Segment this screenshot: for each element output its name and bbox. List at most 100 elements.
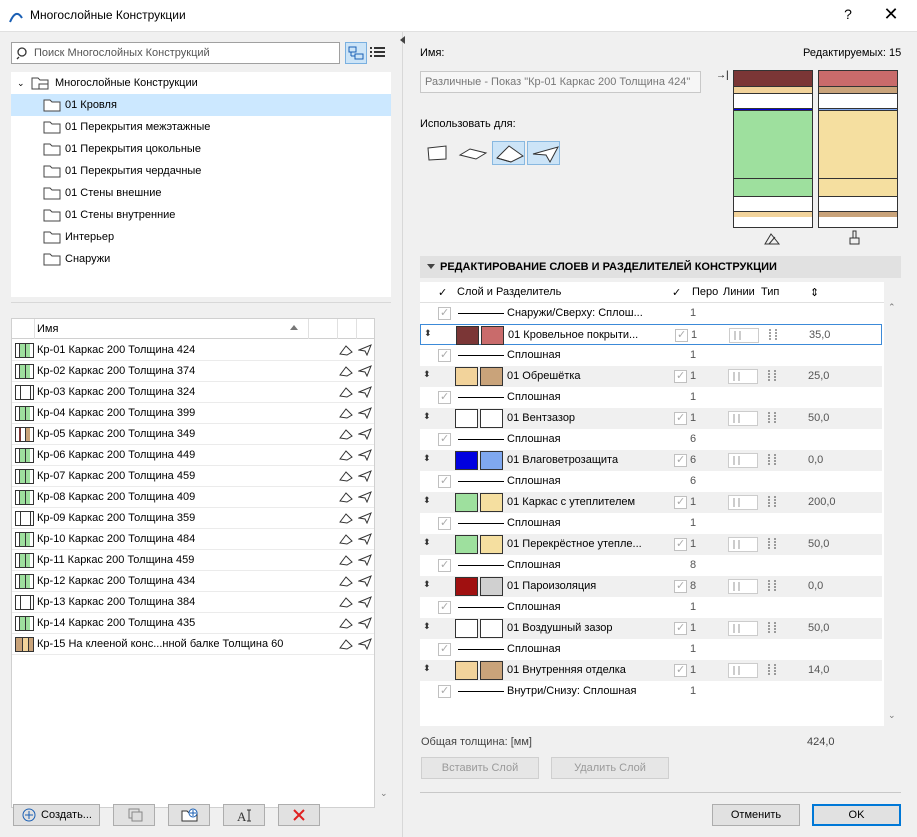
- list-scrollbar[interactable]: ⌄: [376, 318, 391, 808]
- separator-pen[interactable]: 1: [690, 391, 696, 403]
- line-toggle[interactable]: [729, 328, 759, 343]
- surface-swatch[interactable]: [480, 619, 503, 638]
- layer-thickness[interactable]: 14,0: [808, 664, 829, 676]
- move-handle-icon[interactable]: ⬍: [423, 453, 431, 464]
- layer-type-icon[interactable]: [766, 495, 778, 509]
- layer-name[interactable]: 01 Внутренняя отделка: [507, 664, 626, 676]
- layer-pen[interactable]: 1: [690, 370, 696, 382]
- layer-name[interactable]: 01 Вентзазор: [507, 412, 575, 424]
- use-shell-button[interactable]: [527, 141, 560, 165]
- cut-fill-swatch[interactable]: [455, 451, 478, 470]
- surface-swatch[interactable]: [480, 409, 503, 428]
- list-view-button[interactable]: [368, 42, 390, 64]
- tree-item[interactable]: 01 Кровля: [11, 94, 391, 116]
- tree-item[interactable]: 01 Стены внешние: [11, 182, 391, 204]
- line-toggle[interactable]: [728, 453, 758, 468]
- list-item[interactable]: Кр-04 Каркас 200 Толщина 399: [12, 403, 374, 424]
- grid-scrollbar[interactable]: ⌃ ⌄: [884, 282, 901, 726]
- check-column-icon[interactable]: ✓: [672, 286, 681, 299]
- list-item[interactable]: Кр-02 Каркас 200 Толщина 374: [12, 361, 374, 382]
- list-item[interactable]: Кр-14 Каркас 200 Толщина 435: [12, 613, 374, 634]
- layer-type-icon[interactable]: [767, 328, 779, 342]
- layer-type-icon[interactable]: [766, 369, 778, 383]
- layer-pen[interactable]: 1: [690, 412, 696, 424]
- layer-row[interactable]: ⬍ 01 Обрешётка 1 25,0: [420, 366, 882, 387]
- collapse-icon[interactable]: ⌄: [17, 72, 25, 94]
- layer-row[interactable]: ⬍ 01 Каркас с утеплителем 1 200,0: [420, 492, 882, 513]
- layer-pen[interactable]: 1: [690, 622, 696, 634]
- tree-item[interactable]: Интерьер: [11, 226, 391, 248]
- line-toggle[interactable]: [728, 495, 758, 510]
- surface-swatch[interactable]: [480, 367, 503, 386]
- separator-name[interactable]: Сплошная: [507, 475, 561, 487]
- layer-thickness[interactable]: 0,0: [808, 580, 823, 592]
- separator-check[interactable]: [438, 642, 451, 656]
- separator-name[interactable]: Сплошная: [507, 601, 561, 613]
- separator-row[interactable]: Сплошная 1: [420, 597, 882, 618]
- layer-thickness[interactable]: 0,0: [808, 454, 823, 466]
- create-button[interactable]: Создать...: [13, 804, 100, 826]
- layer-type-icon[interactable]: [766, 537, 778, 551]
- move-handle-icon[interactable]: ⬍: [423, 369, 431, 380]
- check-all-icon[interactable]: ✓: [438, 286, 447, 299]
- separator-check[interactable]: [438, 516, 451, 530]
- separator-pen[interactable]: 6: [690, 433, 696, 445]
- layer-row[interactable]: ⬍ 01 Вентзазор 1 50,0: [420, 408, 882, 429]
- panel-divider[interactable]: [402, 32, 403, 837]
- move-handle-icon[interactable]: ⬍: [423, 579, 431, 590]
- separator-pen[interactable]: 1: [690, 307, 696, 319]
- separator-row[interactable]: Сплошная 1: [420, 639, 882, 660]
- list-item[interactable]: Кр-12 Каркас 200 Толщина 434: [12, 571, 374, 592]
- separator-row[interactable]: Сплошная 1: [420, 387, 882, 408]
- name-field[interactable]: Различные - Показ "Кр-01 Каркас 200 Толщ…: [420, 71, 701, 93]
- layer-name[interactable]: 01 Пароизоляция: [507, 580, 596, 592]
- move-handle-icon[interactable]: ⬍: [423, 537, 431, 548]
- layer-pen[interactable]: 6: [690, 454, 696, 466]
- list-item[interactable]: Кр-10 Каркас 200 Толщина 484: [12, 529, 374, 550]
- layer-check[interactable]: [674, 579, 687, 593]
- layer-pen[interactable]: 1: [691, 329, 697, 341]
- surface-swatch[interactable]: [480, 535, 503, 554]
- collapse-panel-icon[interactable]: [400, 36, 405, 44]
- help-button[interactable]: ?: [838, 6, 858, 22]
- layer-name[interactable]: 01 Кровельное покрыти...: [508, 329, 638, 341]
- separator-pen[interactable]: 6: [690, 475, 696, 487]
- layer-pen[interactable]: 1: [690, 664, 696, 676]
- layer-check[interactable]: [674, 495, 687, 509]
- list-item[interactable]: Кр-08 Каркас 200 Толщина 409: [12, 487, 374, 508]
- use-slab-button[interactable]: [456, 141, 489, 165]
- search-input[interactable]: Поиск Многослойных Конструкций: [11, 42, 340, 64]
- separator-check[interactable]: [438, 348, 451, 362]
- separator-check[interactable]: [438, 600, 451, 614]
- separator-pen[interactable]: 1: [690, 517, 696, 529]
- layer-type-icon[interactable]: [766, 663, 778, 677]
- separator-name[interactable]: Сплошная: [507, 391, 561, 403]
- separator-check[interactable]: [438, 558, 451, 572]
- layer-name[interactable]: 01 Влаговетрозащита: [507, 454, 618, 466]
- layer-row[interactable]: ⬍ 01 Воздушный зазор 1 50,0: [420, 618, 882, 639]
- line-toggle[interactable]: [728, 411, 758, 426]
- layer-check[interactable]: [674, 663, 687, 677]
- duplicate-button[interactable]: [113, 804, 155, 826]
- separator-row[interactable]: Снаружи/Сверху: Сплош... 1: [420, 303, 882, 324]
- layer-pen[interactable]: 1: [690, 538, 696, 550]
- layer-check[interactable]: [674, 411, 687, 425]
- layer-thickness[interactable]: 35,0: [809, 329, 830, 341]
- separator-check[interactable]: [438, 684, 451, 698]
- column-name-header[interactable]: Имя: [37, 323, 58, 335]
- layer-type-icon[interactable]: [766, 579, 778, 593]
- tree-item[interactable]: 01 Перекрытия чердачные: [11, 160, 391, 182]
- separator-name[interactable]: Сплошная: [507, 559, 561, 571]
- line-toggle[interactable]: [728, 369, 758, 384]
- ok-button[interactable]: OK: [812, 804, 901, 826]
- layer-type-icon[interactable]: [766, 453, 778, 467]
- move-handle-icon[interactable]: ⬍: [424, 328, 432, 339]
- layer-check[interactable]: [674, 537, 687, 551]
- layer-thickness[interactable]: 25,0: [808, 370, 829, 382]
- line-toggle[interactable]: [728, 621, 758, 636]
- cut-fill-swatch[interactable]: [455, 367, 478, 386]
- separator-row[interactable]: Сплошная 8: [420, 555, 882, 576]
- tree-item[interactable]: 01 Стены внутренние: [11, 204, 391, 226]
- surface-swatch[interactable]: [481, 326, 504, 345]
- move-handle-icon[interactable]: ⬍: [423, 621, 431, 632]
